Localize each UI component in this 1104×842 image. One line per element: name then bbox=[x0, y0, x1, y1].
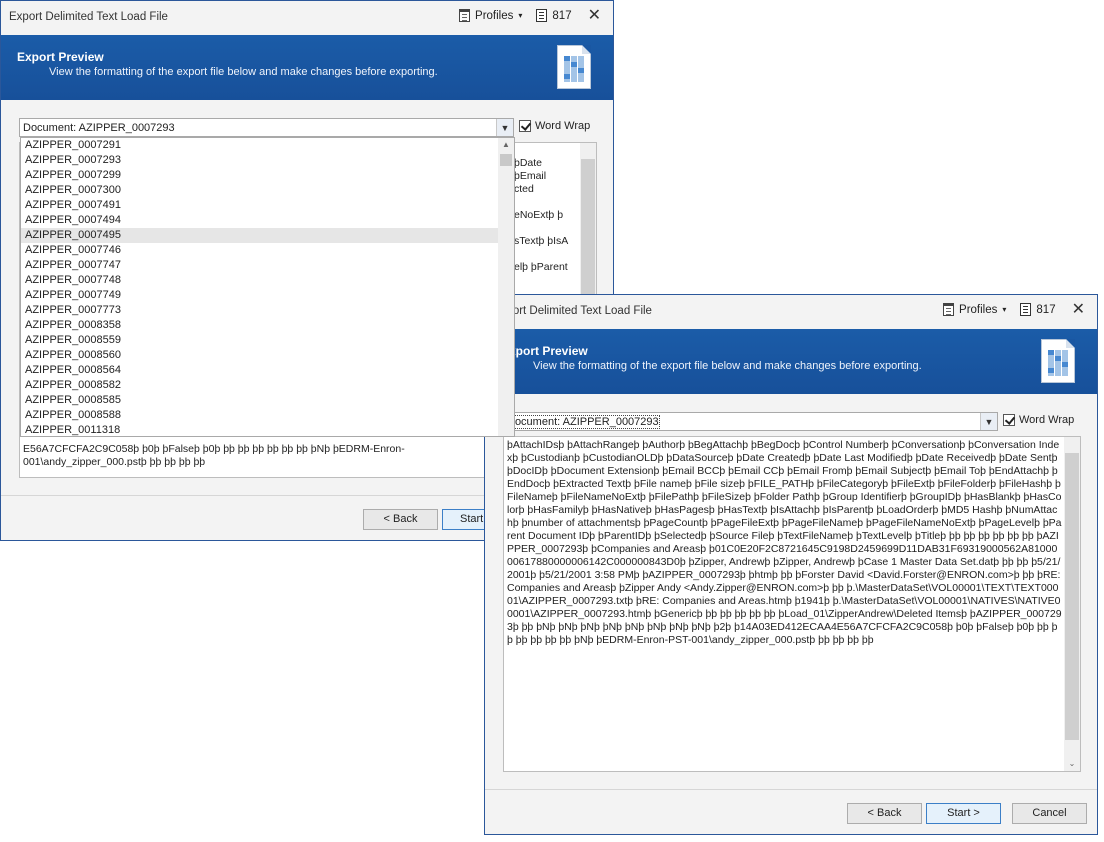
scroll-thumb[interactable] bbox=[500, 154, 512, 166]
back-button[interactable]: < Back bbox=[363, 509, 438, 530]
document-select-value: Document: AZIPPER_0007293 bbox=[506, 415, 660, 429]
preview-fragment: eNoExtþ þ bbox=[514, 209, 564, 221]
doc-count: 817 bbox=[1020, 303, 1056, 316]
chevron-down-icon: ▾ bbox=[518, 11, 523, 20]
title-bar: Export Delimited Text Load File Profiles… bbox=[1, 1, 613, 33]
word-wrap-label: Word Wrap bbox=[535, 120, 591, 132]
chevron-down-icon[interactable]: ▼ bbox=[980, 413, 997, 430]
dropdown-item[interactable]: AZIPPER_0007749 bbox=[21, 288, 514, 303]
clipboard-icon bbox=[459, 9, 471, 22]
word-wrap-toggle[interactable]: Word Wrap bbox=[1003, 414, 1074, 426]
scroll-down-icon[interactable]: ⌄ bbox=[1064, 757, 1080, 771]
chevron-down-icon[interactable]: ▼ bbox=[496, 119, 513, 136]
word-wrap-checkbox[interactable] bbox=[1003, 414, 1015, 426]
export-file-icon bbox=[557, 45, 591, 89]
dropdown-item[interactable]: AZIPPER_0011318 bbox=[21, 423, 514, 436]
word-wrap-checkbox[interactable] bbox=[519, 120, 531, 132]
dropdown-item[interactable]: AZIPPER_0008588 bbox=[21, 408, 514, 423]
preview-scrollbar[interactable]: ⌄ bbox=[1064, 437, 1080, 771]
preview-header: Export Preview View the formatting of th… bbox=[485, 329, 1097, 394]
dropdown-item[interactable]: AZIPPER_0008585 bbox=[21, 393, 514, 408]
doc-count-value: 817 bbox=[552, 9, 572, 22]
profiles-menu[interactable]: Profiles ▾ bbox=[459, 9, 522, 22]
dropdown-item[interactable]: AZIPPER_0007300 bbox=[21, 183, 514, 198]
dropdown-item[interactable]: AZIPPER_0008559 bbox=[21, 333, 514, 348]
scroll-thumb[interactable] bbox=[1065, 453, 1079, 740]
preview-content: þAttachIDsþ þAttachRangeþ þAuthorþ þBegA… bbox=[507, 439, 1062, 646]
preview-fragment: elþ þParent bbox=[514, 261, 568, 273]
document-select[interactable]: Document: AZIPPER_0007293 ▼ bbox=[503, 412, 998, 431]
preview-fragment: cted bbox=[514, 183, 534, 195]
dropdown-item[interactable]: AZIPPER_0008564 bbox=[21, 363, 514, 378]
document-icon bbox=[536, 9, 548, 22]
start-button[interactable]: Start > bbox=[926, 803, 1001, 824]
title-bar: Export Delimited Text Load File Profiles… bbox=[485, 295, 1097, 327]
dropdown-item[interactable]: AZIPPER_0007293 bbox=[21, 153, 514, 168]
preview-fragment: E56A7CFCFA2C9C058þ þ0þ þFalseþ þ0þ þþ þþ… bbox=[23, 443, 405, 455]
word-wrap-label: Word Wrap bbox=[1019, 414, 1075, 426]
dropdown-item[interactable]: AZIPPER_0007748 bbox=[21, 273, 514, 288]
profiles-label: Profiles bbox=[475, 9, 514, 22]
dropdown-item[interactable]: AZIPPER_0008582 bbox=[21, 378, 514, 393]
preview-fragment: þDate bbox=[514, 157, 543, 169]
preview-fragment: sTextþ þIsA bbox=[514, 235, 569, 247]
dropdown-item[interactable]: AZIPPER_0007773 bbox=[21, 303, 514, 318]
dropdown-item[interactable]: AZIPPER_0007491 bbox=[21, 198, 514, 213]
document-select[interactable]: Document: AZIPPER_0007293 ▼ bbox=[19, 118, 514, 137]
header-subtitle: View the formatting of the export file b… bbox=[533, 360, 922, 372]
window-title: Export Delimited Text Load File bbox=[493, 305, 652, 317]
preview-header: Export Preview View the formatting of th… bbox=[1, 35, 613, 100]
close-icon[interactable]: ✕ bbox=[586, 7, 603, 23]
preview-fragment: þEmail bbox=[514, 170, 547, 182]
dropdown-item[interactable]: AZIPPER_0007495 bbox=[21, 228, 514, 243]
back-button[interactable]: < Back bbox=[847, 803, 922, 824]
clipboard-icon bbox=[943, 303, 955, 316]
list-scrollbar[interactable]: ▲ bbox=[498, 138, 514, 436]
window-title: Export Delimited Text Load File bbox=[9, 11, 168, 23]
dropdown-item[interactable]: AZIPPER_0007291 bbox=[21, 138, 514, 153]
profiles-menu[interactable]: Profiles ▾ bbox=[943, 303, 1006, 316]
scroll-up-icon[interactable] bbox=[1064, 437, 1080, 451]
word-wrap-toggle[interactable]: Word Wrap bbox=[519, 120, 590, 132]
header-subtitle: View the formatting of the export file b… bbox=[49, 66, 438, 78]
scroll-up-icon[interactable]: ▲ bbox=[498, 138, 514, 152]
close-icon[interactable]: ✕ bbox=[1070, 301, 1087, 317]
export-file-icon bbox=[1041, 339, 1075, 383]
document-icon bbox=[1020, 303, 1032, 316]
document-dropdown-list[interactable]: AZIPPER_0007291 AZIPPER_0007293 AZIPPER_00… bbox=[20, 137, 515, 437]
export-dialog-front: Export Delimited Text Load File Profiles… bbox=[484, 294, 1098, 835]
doc-count: 817 bbox=[536, 9, 572, 22]
preview-fragment: 001\andy_zipper_000.pstþ þþ þþ þþ þþ bbox=[23, 456, 206, 468]
header-title: Export Preview bbox=[17, 50, 104, 64]
dialog-footer: < Back Start > Cancel bbox=[485, 789, 1097, 834]
doc-count-value: 817 bbox=[1036, 303, 1056, 316]
dropdown-item[interactable]: AZIPPER_0007746 bbox=[21, 243, 514, 258]
dropdown-item[interactable]: AZIPPER_0007494 bbox=[21, 213, 514, 228]
profiles-label: Profiles bbox=[959, 303, 998, 316]
chevron-down-icon: ▾ bbox=[1002, 305, 1007, 314]
dropdown-item[interactable]: AZIPPER_0007299 bbox=[21, 168, 514, 183]
dropdown-item[interactable]: AZIPPER_0008358 bbox=[21, 318, 514, 333]
cancel-button[interactable]: Cancel bbox=[1012, 803, 1087, 824]
document-select-value: Document: AZIPPER_0007293 bbox=[23, 122, 175, 134]
dropdown-item[interactable]: AZIPPER_0007747 bbox=[21, 258, 514, 273]
preview-textbox[interactable]: þAttachIDsþ þAttachRangeþ þAuthorþ þBegA… bbox=[503, 436, 1081, 772]
dropdown-item[interactable]: AZIPPER_0008560 bbox=[21, 348, 514, 363]
